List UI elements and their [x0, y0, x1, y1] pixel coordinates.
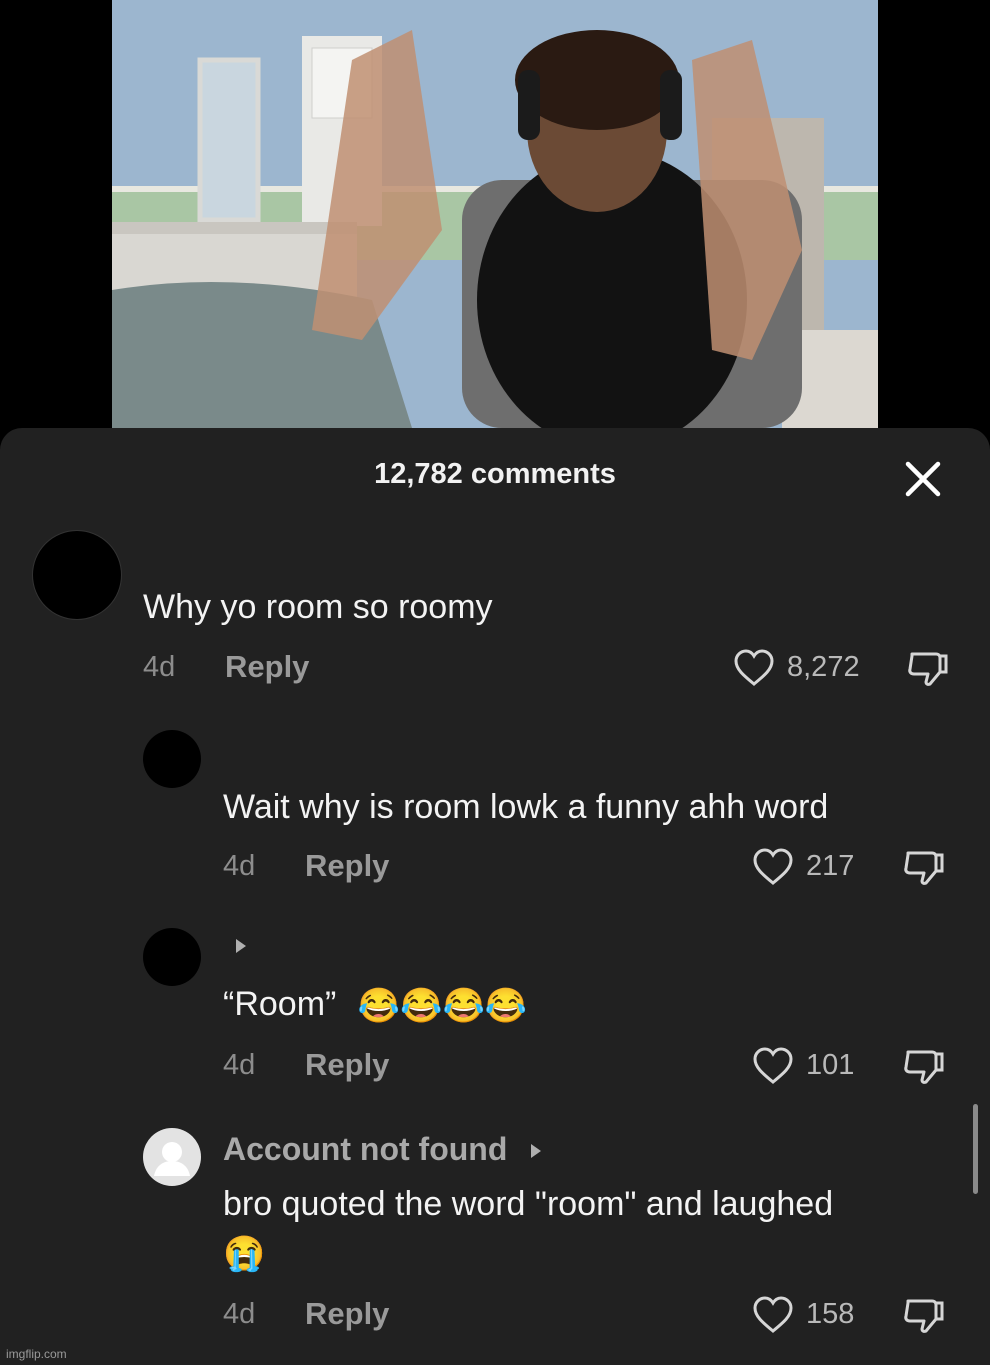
like-count: 8,272: [787, 651, 860, 683]
avatar[interactable]: [143, 730, 201, 788]
comment-username[interactable]: Account not found: [223, 1131, 507, 1168]
heart-icon[interactable]: [733, 648, 775, 688]
avatar[interactable]: [32, 530, 122, 620]
comment-text: bro quoted the word "room" and laughed: [223, 1185, 834, 1223]
reply-button[interactable]: Reply: [305, 1296, 389, 1332]
comment-time: 4d: [143, 651, 176, 683]
like-count: 101: [806, 1049, 855, 1081]
comment-text: Why yo room so roomy: [143, 588, 493, 626]
dislike-icon[interactable]: [906, 648, 950, 688]
video-frame[interactable]: [112, 0, 878, 428]
comment-time: 4d: [223, 1298, 256, 1330]
heart-icon[interactable]: [752, 1295, 794, 1335]
dislike-icon[interactable]: [902, 1295, 946, 1335]
dislike-icon[interactable]: [902, 847, 946, 887]
video-scene: [112, 0, 878, 428]
comment-text: Wait why is room lowk a funny ahh word: [223, 788, 829, 826]
crying-emoji-icon: 😭: [223, 1235, 266, 1273]
reply-to-arrow-icon: [531, 1144, 541, 1158]
scrollbar[interactable]: [973, 1104, 978, 1194]
like-count: 158: [806, 1298, 855, 1330]
close-icon[interactable]: [904, 460, 942, 498]
comment-time: 4d: [223, 850, 256, 882]
reply-to-arrow-icon: [236, 939, 246, 953]
default-user-icon: [154, 1142, 190, 1176]
comment-time: 4d: [223, 1049, 256, 1081]
comments-sheet: 12,782 comments Why yo room so roomy 4d …: [0, 428, 990, 1365]
laughing-emoji-icon: 😂😂😂😂: [357, 987, 528, 1026]
comments-count-title: 12,782 comments: [374, 458, 616, 490]
avatar-placeholder[interactable]: [143, 1128, 201, 1186]
dislike-icon[interactable]: [902, 1046, 946, 1086]
heart-icon[interactable]: [752, 1046, 794, 1086]
comment-quote: “Room”: [223, 985, 337, 1023]
reply-button[interactable]: Reply: [305, 1047, 389, 1083]
comment-text: “Room” 😂😂😂😂: [223, 985, 527, 1026]
reply-button[interactable]: Reply: [225, 649, 309, 685]
watermark: imgflip.com: [6, 1347, 67, 1361]
heart-icon[interactable]: [752, 847, 794, 887]
avatar[interactable]: [143, 928, 201, 986]
reply-button[interactable]: Reply: [305, 848, 389, 884]
like-count: 217: [806, 850, 855, 882]
